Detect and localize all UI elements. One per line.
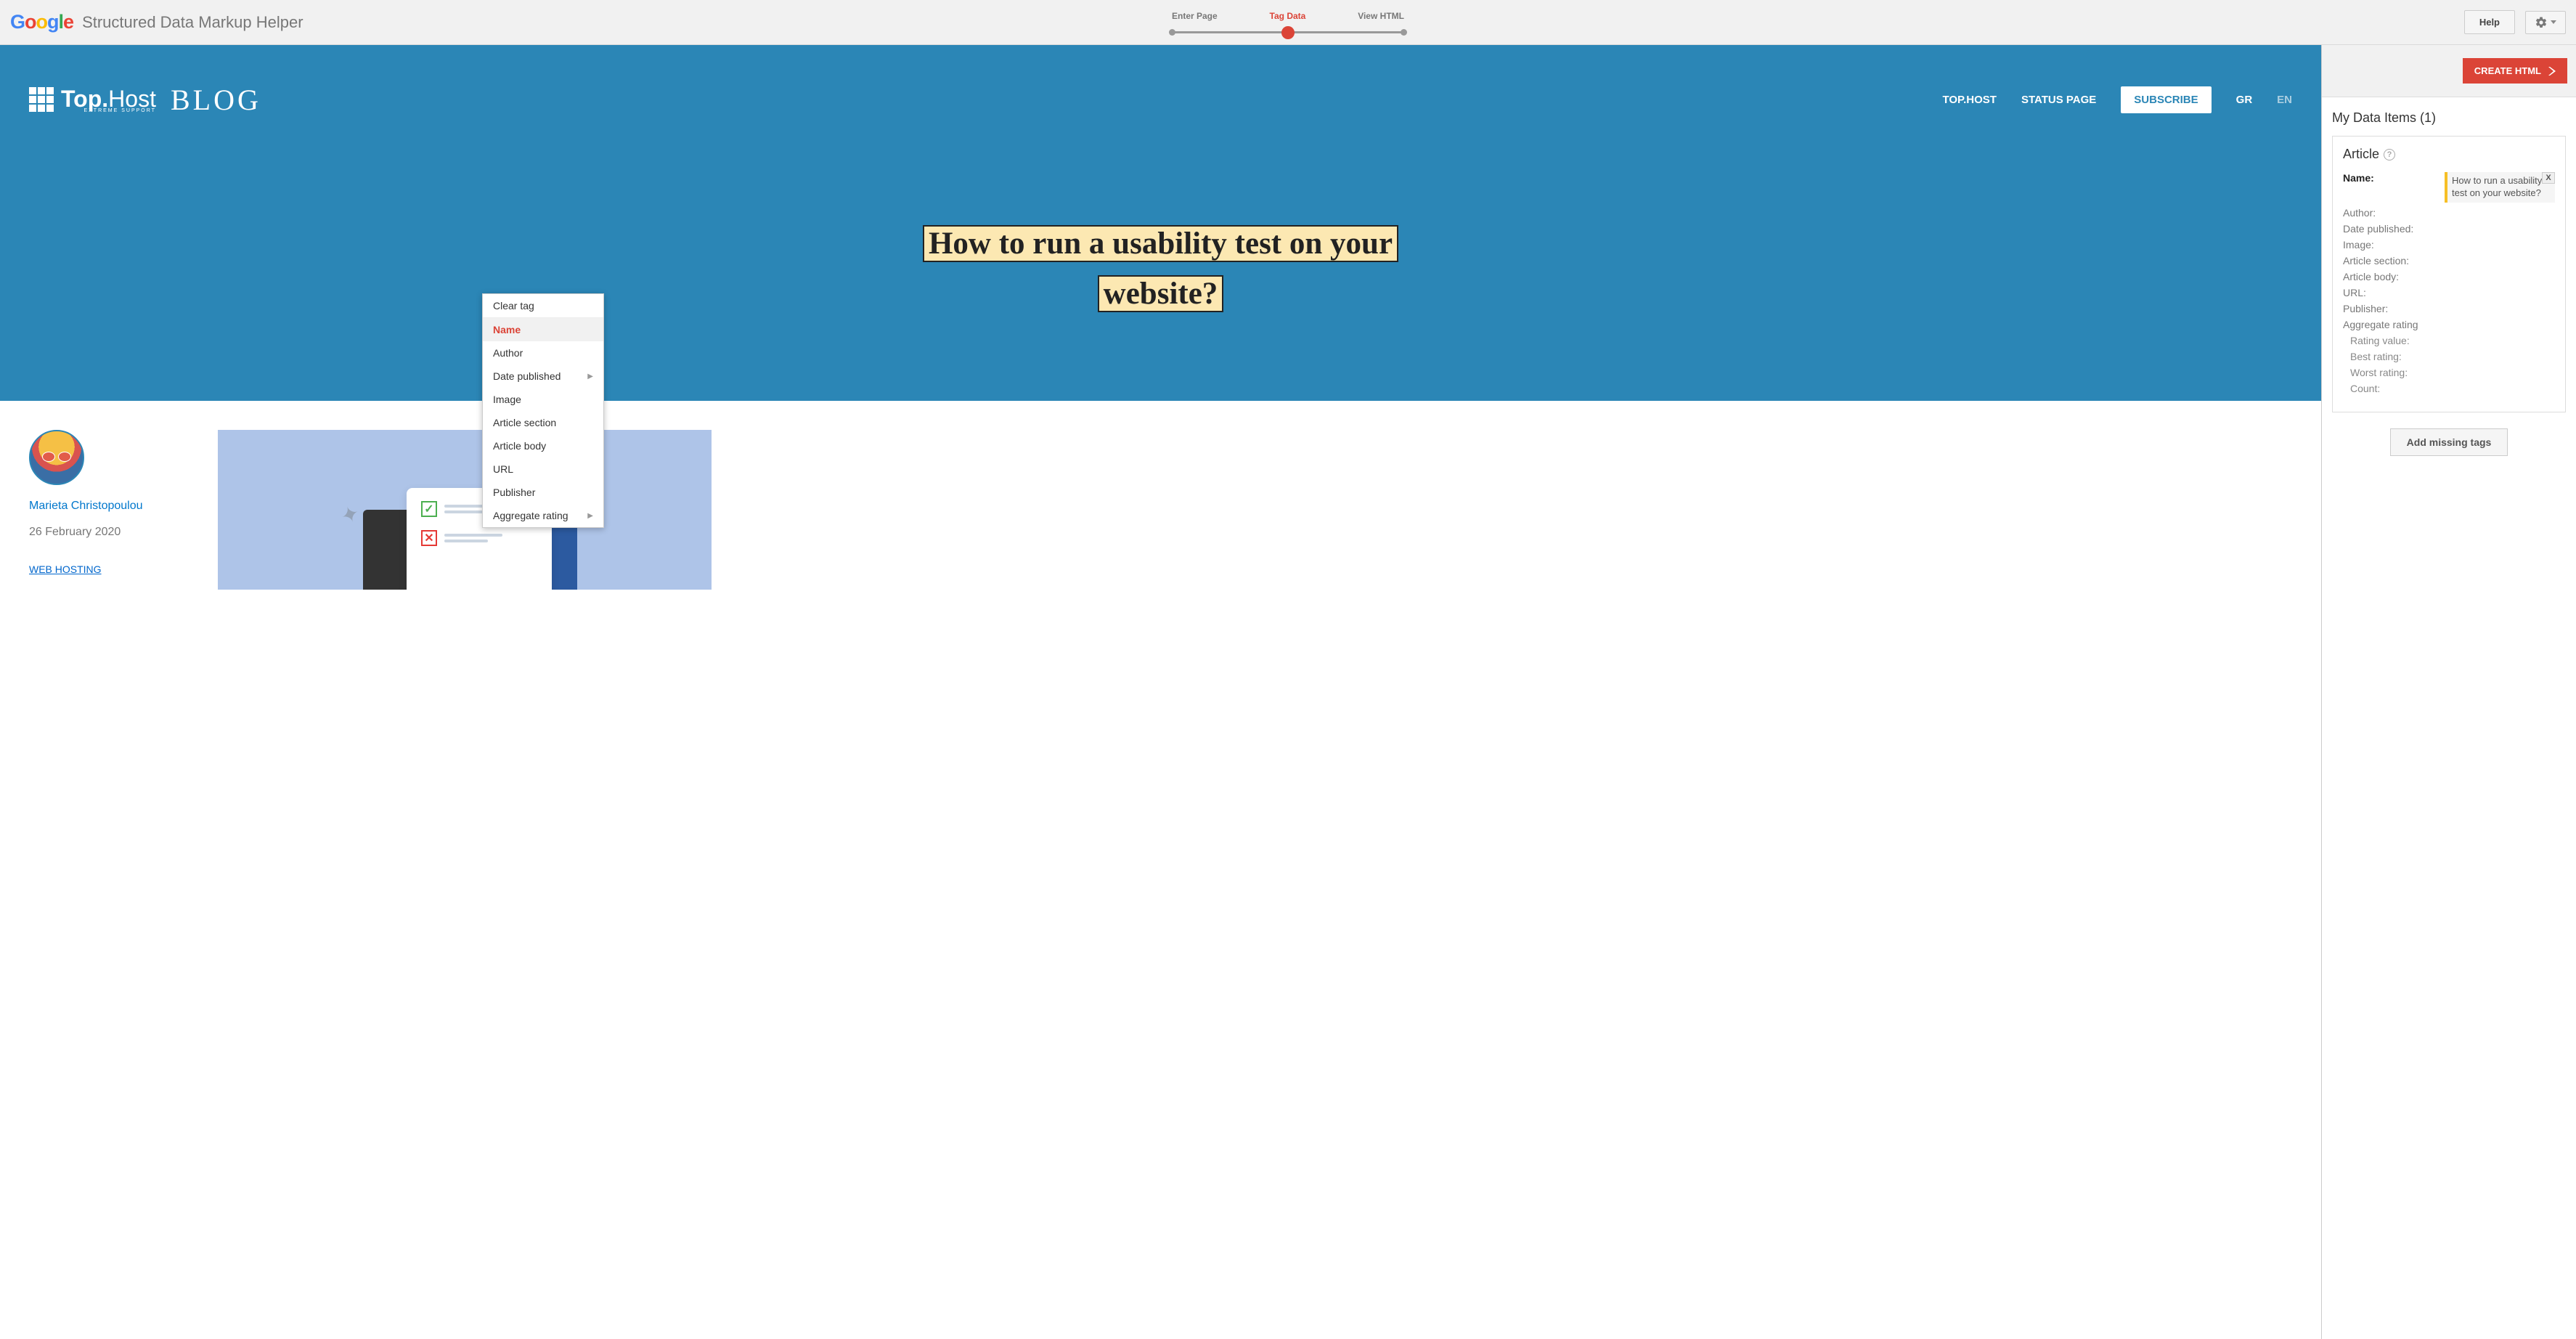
- field-date-published-label: Date published:: [2343, 223, 2445, 235]
- step-dot-1: [1169, 29, 1175, 36]
- chevron-right-icon: ▶: [587, 373, 593, 380]
- caret-down-icon: [2551, 20, 2556, 24]
- create-html-button[interactable]: CREATE HTML: [2463, 58, 2567, 84]
- card-heading: Article ?: [2343, 147, 2555, 162]
- field-count[interactable]: Count:: [2350, 383, 2555, 394]
- category-link[interactable]: WEB HOSTING: [29, 563, 102, 575]
- step-dot-2-active: [1281, 26, 1295, 39]
- field-worst-rating-label: Worst rating:: [2350, 367, 2452, 378]
- field-name: Name: How to run a usability test on you…: [2343, 172, 2555, 203]
- x-icon: ✕: [421, 530, 437, 546]
- tag-context-menu: Clear tag NameAuthorDate published▶Image…: [482, 293, 604, 528]
- field-best-rating-label: Best rating:: [2350, 351, 2452, 362]
- create-html-label: CREATE HTML: [2474, 65, 2541, 76]
- field-article-section-label: Article section:: [2343, 255, 2445, 266]
- field-image-label: Image:: [2343, 239, 2445, 251]
- publish-date: 26 February 2020: [29, 526, 189, 539]
- side-header: CREATE HTML: [2322, 45, 2576, 97]
- article-headline-highlighted[interactable]: How to run a usability test on your webs…: [923, 225, 1398, 312]
- aggregate-rating-subfields: Rating value: Best rating: Worst rating:…: [2350, 335, 2555, 394]
- app-title: Structured Data Markup Helper: [82, 13, 303, 32]
- grid-icon: [29, 87, 54, 112]
- data-items-panel: CREATE HTML My Data Items (1) Article ? …: [2322, 45, 2576, 1339]
- ctx-item-article-section[interactable]: Article section: [483, 411, 603, 434]
- check-icon: ✓: [421, 501, 437, 517]
- ctx-item-image[interactable]: Image: [483, 388, 603, 411]
- field-aggregate-rating[interactable]: Aggregate rating: [2343, 319, 2555, 330]
- blog-header: Top.Host EXTREME SUPPORT BLOG TOP.HOST S…: [0, 45, 2321, 139]
- add-missing-tags-button[interactable]: Add missing tags: [2390, 428, 2508, 456]
- field-publisher[interactable]: Publisher:: [2343, 303, 2555, 314]
- nav-tophost[interactable]: TOP.HOST: [1942, 94, 1996, 106]
- ctx-item-author[interactable]: Author: [483, 341, 603, 365]
- step-view-html[interactable]: View HTML: [1358, 11, 1404, 21]
- field-name-label: Name:: [2343, 172, 2445, 184]
- field-article-body-label: Article body:: [2343, 271, 2445, 282]
- remove-name-button[interactable]: X: [2542, 172, 2555, 184]
- field-url[interactable]: URL:: [2343, 287, 2555, 298]
- main-layout: Top.Host EXTREME SUPPORT BLOG TOP.HOST S…: [0, 45, 2576, 1339]
- chevron-right-icon: ▶: [587, 512, 593, 520]
- help-button[interactable]: Help: [2464, 10, 2515, 34]
- ctx-clear-tag[interactable]: Clear tag: [483, 294, 603, 318]
- step-tag-data[interactable]: Tag Data: [1270, 11, 1306, 21]
- progress-stepper: Enter Page Tag Data View HTML: [1172, 11, 1404, 33]
- field-count-label: Count:: [2350, 383, 2452, 394]
- field-publisher-label: Publisher:: [2343, 303, 2445, 314]
- chevron-right-icon: [2548, 67, 2556, 76]
- ctx-item-aggregate-rating[interactable]: Aggregate rating▶: [483, 504, 603, 527]
- field-author[interactable]: Author:: [2343, 207, 2555, 219]
- google-logo: Google: [10, 11, 73, 33]
- ctx-item-url[interactable]: URL: [483, 457, 603, 481]
- gear-icon: [2535, 16, 2548, 29]
- top-right-controls: Help: [2464, 10, 2566, 34]
- field-worst-rating[interactable]: Worst rating:: [2350, 367, 2555, 378]
- feature-image: ✦ ✓ ✕: [218, 430, 712, 590]
- nav-gr[interactable]: GR: [2236, 94, 2253, 106]
- nav-status[interactable]: STATUS PAGE: [2021, 94, 2096, 106]
- ctx-item-date-published[interactable]: Date published▶: [483, 365, 603, 388]
- article-card: Article ? Name: How to run a usability t…: [2332, 136, 2566, 412]
- article-body-row: Marieta Christopoulou 26 February 2020 W…: [0, 401, 2321, 619]
- hero-section: Top.Host EXTREME SUPPORT BLOG TOP.HOST S…: [0, 45, 2321, 401]
- page-preview-pane[interactable]: Top.Host EXTREME SUPPORT BLOG TOP.HOST S…: [0, 45, 2322, 1339]
- step-dot-3: [1401, 29, 1407, 36]
- nav-subscribe[interactable]: SUBSCRIBE: [2121, 86, 2211, 113]
- blog-nav: TOP.HOST STATUS PAGE SUBSCRIBE GR EN: [1942, 86, 2292, 113]
- field-author-label: Author:: [2343, 207, 2445, 219]
- blog-logo[interactable]: Top.Host EXTREME SUPPORT BLOG: [29, 83, 261, 117]
- nav-en[interactable]: EN: [2277, 94, 2292, 106]
- step-enter-page[interactable]: Enter Page: [1172, 11, 1218, 21]
- spark-icon: ✦: [338, 500, 364, 530]
- ctx-item-article-body[interactable]: Article body: [483, 434, 603, 457]
- headline-zone: How to run a usability test on your webs…: [0, 139, 2321, 320]
- author-name-link[interactable]: Marieta Christopoulou: [29, 500, 189, 513]
- field-best-rating[interactable]: Best rating:: [2350, 351, 2555, 362]
- field-article-section[interactable]: Article section:: [2343, 255, 2555, 266]
- card-heading-text: Article: [2343, 147, 2379, 162]
- ctx-item-name[interactable]: Name: [483, 318, 603, 341]
- field-name-value[interactable]: How to run a usability test on your webs…: [2445, 172, 2555, 203]
- author-column: Marieta Christopoulou 26 February 2020 W…: [29, 430, 189, 590]
- field-rating-value[interactable]: Rating value:: [2350, 335, 2555, 346]
- field-aggregate-rating-label: Aggregate rating: [2343, 319, 2445, 330]
- field-date-published[interactable]: Date published:: [2343, 223, 2555, 235]
- top-bar: Google Structured Data Markup Helper Ent…: [0, 0, 2576, 45]
- settings-button[interactable]: [2525, 11, 2566, 34]
- field-url-label: URL:: [2343, 287, 2445, 298]
- blog-word: BLOG: [171, 83, 261, 117]
- field-image[interactable]: Image:: [2343, 239, 2555, 251]
- side-body: My Data Items (1) Article ? Name: How to…: [2322, 97, 2576, 1339]
- author-avatar[interactable]: [29, 430, 84, 485]
- field-rating-value-label: Rating value:: [2350, 335, 2452, 346]
- help-icon[interactable]: ?: [2384, 149, 2395, 160]
- brand-tagline: EXTREME SUPPORT: [61, 108, 156, 113]
- panel-title: My Data Items (1): [2332, 110, 2566, 126]
- ctx-item-publisher[interactable]: Publisher: [483, 481, 603, 504]
- field-article-body[interactable]: Article body:: [2343, 271, 2555, 282]
